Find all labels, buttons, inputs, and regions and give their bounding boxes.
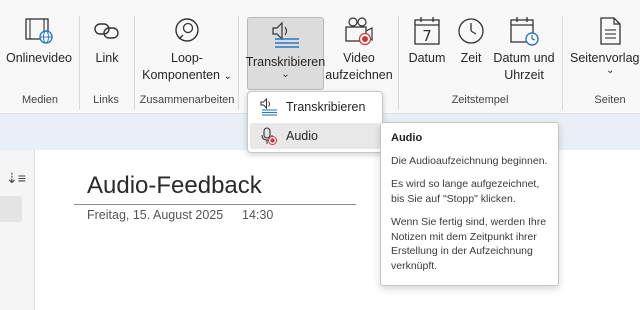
menu-item-audio[interactable]: Audio (250, 123, 380, 149)
group-separator (238, 16, 239, 110)
online-video-button[interactable]: Onlinevideo (4, 14, 74, 88)
tooltip-text: Die Audioaufzeichnung beginnen. (391, 154, 548, 167)
group-separator (562, 16, 563, 110)
chevron-down-icon: ⌄ (606, 65, 615, 76)
date-time-line1: Datum und (493, 51, 555, 65)
tooltip-text: Wenn Sie fertig sind, werden Ihre Notize… (391, 216, 547, 272)
record-video-line1: Video (343, 51, 375, 65)
group-separator (134, 16, 135, 110)
group-separator (79, 16, 80, 110)
microphone-record-icon (256, 126, 282, 146)
page-list-item-selected[interactable] (0, 196, 22, 222)
transcribe-icon (256, 98, 282, 116)
page-template-label: Seitenvorlage (570, 51, 640, 65)
transcribe-icon (269, 18, 303, 52)
record-video-button[interactable]: Video aufzeichnen (325, 14, 393, 88)
date-time-button[interactable]: Datum und Uhrzeit (492, 14, 556, 88)
svg-text:7: 7 (422, 27, 432, 45)
loop-icon (171, 14, 203, 48)
group-label-collab: Zusammenarbeiten (139, 94, 235, 106)
group-label-pages: Seiten (594, 94, 626, 106)
time-label: Zeit (460, 51, 482, 65)
date-time-line2: Uhrzeit (504, 68, 544, 82)
chevron-down-icon: ⌄ (223, 71, 232, 82)
time-button[interactable]: Zeit (455, 14, 487, 88)
page-template-button[interactable]: Seitenvorlage ⌄ (570, 14, 640, 88)
link-button[interactable]: Link (88, 14, 126, 88)
sort-icon[interactable]: ⇣≡ (6, 170, 26, 187)
group-label-media: Medien (21, 94, 59, 106)
loop-components-button[interactable]: Loop- Komponenten ⌄ (142, 14, 232, 88)
video-camera-record-icon (343, 14, 375, 48)
page-title[interactable]: Audio-Feedback (87, 172, 262, 200)
title-underline (74, 204, 356, 205)
transcribe-dropdown-menu: Transkribieren Audio (247, 91, 383, 153)
record-video-line2: aufzeichnen (325, 68, 393, 82)
chevron-down-icon: ⌄ (281, 69, 290, 80)
page-time: 14:30 (242, 208, 274, 222)
online-video-label: Onlinevideo (5, 51, 72, 65)
film-globe-icon (23, 14, 55, 48)
calendar-icon: 7 (412, 14, 442, 48)
calendar-clock-icon (508, 14, 540, 48)
group-label-timestamp: Zeitstempel (451, 94, 509, 106)
group-label-links: Links (93, 94, 119, 106)
date-label: Datum (408, 51, 446, 65)
menu-item-label: Audio (286, 129, 318, 143)
tooltip-text: Es wird so lange aufgezeichnet, bis Sie … (391, 178, 540, 205)
transcribe-button[interactable]: Transkribieren ⌄ (246, 17, 325, 90)
clock-icon (456, 14, 486, 48)
audio-tooltip: Audio Die Audioaufzeichnung beginnen. Es… (380, 122, 559, 286)
link-icon (92, 14, 122, 48)
loop-label-line2: Komponenten ⌄ (142, 68, 232, 82)
tooltip-title: Audio (391, 132, 423, 144)
page-template-icon (570, 14, 640, 48)
page-date: Freitag, 15. August 2025 (87, 208, 224, 222)
menu-item-label: Transkribieren (286, 100, 366, 114)
group-separator (398, 16, 399, 110)
page-list-pane: ⇣≡ (0, 150, 35, 310)
link-label: Link (95, 51, 119, 65)
loop-label-line1: Loop- (171, 51, 203, 65)
date-button[interactable]: 7 Datum (406, 14, 448, 88)
menu-item-transcribe[interactable]: Transkribieren (250, 94, 380, 120)
